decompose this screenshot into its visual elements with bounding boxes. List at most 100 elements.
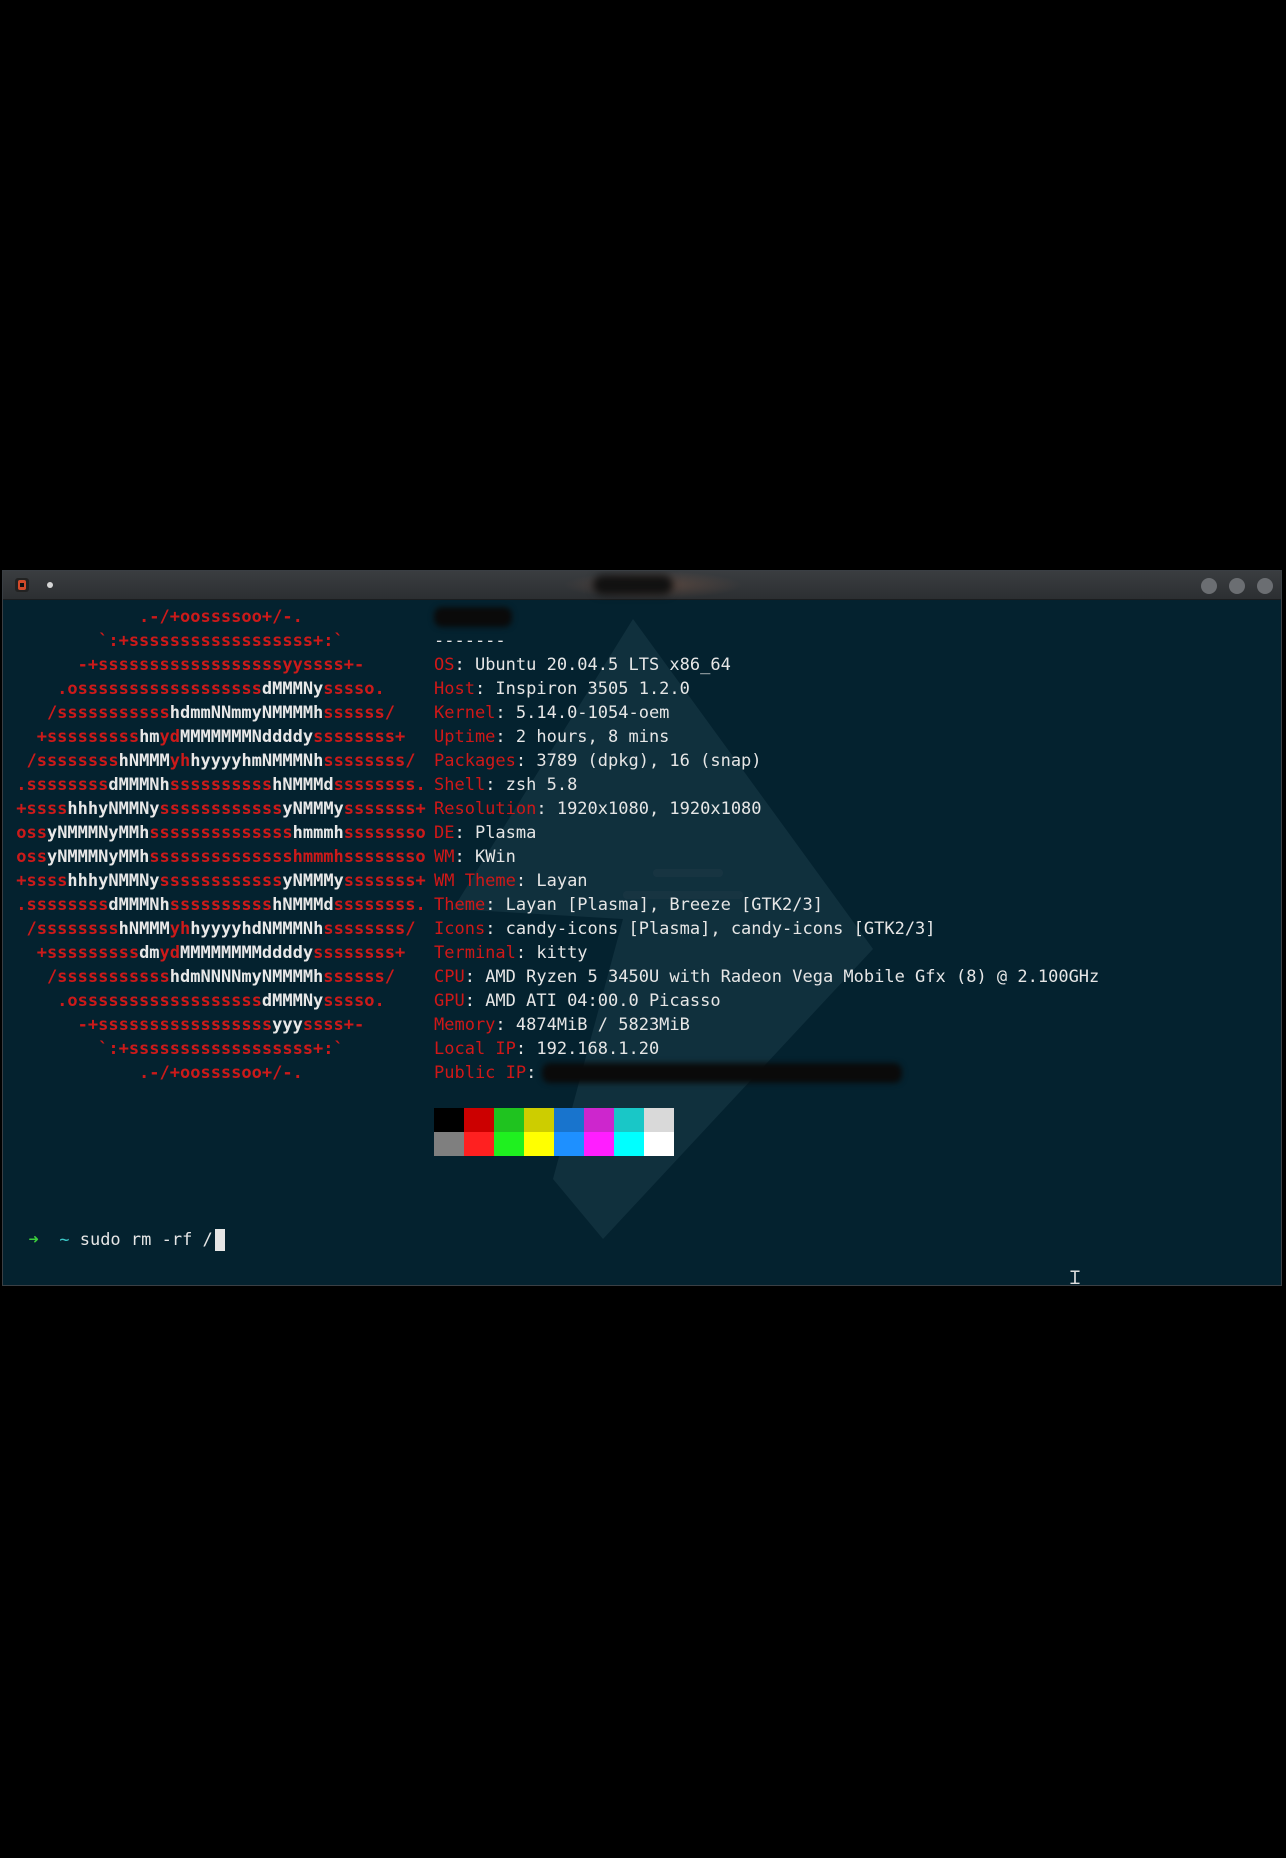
- info-key: WM Theme: [434, 871, 516, 891]
- ascii-segment: hyyyyhmNMMMNh: [190, 751, 324, 771]
- ascii-segment: hm: [139, 727, 160, 747]
- prompt-line[interactable]: ➜ ~ sudo rm -rf /: [8, 1204, 225, 1251]
- kitty-app-icon[interactable]: [15, 578, 29, 592]
- ascii-segment: ssssssss/: [323, 751, 416, 771]
- close-button[interactable]: [1257, 578, 1273, 594]
- ascii-segment: dm: [139, 943, 160, 963]
- ascii-segment: ssssss/: [323, 967, 395, 987]
- ascii-segment: .-/+oossssoo+/-.: [6, 607, 303, 627]
- ascii-segment: /sssssssssss: [6, 967, 170, 987]
- info-key: OS: [434, 655, 455, 675]
- ascii-segment: -+ssssssssssssssssssyyssss+-: [6, 655, 365, 675]
- ascii-segment: ssssssssssssss: [149, 823, 293, 843]
- ascii-segment: dMMMNy: [261, 679, 324, 699]
- ascii-logo-line: `:+ssssssssssssssssss+:`: [6, 629, 344, 653]
- color-swatch: [584, 1132, 614, 1156]
- info-value: : kitty: [515, 943, 588, 963]
- color-swatch: [614, 1108, 644, 1132]
- info-row: Memory: 4874MiB / 5823MiB: [434, 1013, 690, 1037]
- maximize-button[interactable]: [1229, 578, 1245, 594]
- ascii-segment: MMMMMMMNddddy: [180, 727, 314, 747]
- ascii-segment: sssso.: [323, 679, 385, 699]
- info-key: Local IP: [434, 1039, 516, 1059]
- info-separator: -------: [434, 631, 506, 651]
- info-value: : Ubuntu 20.04.5 LTS x86_64: [454, 655, 731, 675]
- ascii-segment: ssssssss.: [333, 775, 426, 795]
- ascii-segment: sssssss+: [343, 871, 426, 891]
- info-key: DE: [434, 823, 455, 843]
- ascii-logo-line: +sssssssssdmydMMMMMMMMddddyssssssss+: [6, 941, 406, 965]
- minimize-button[interactable]: [1201, 578, 1217, 594]
- info-row: GPU: AMD ATI 04:00.0 Picasso: [434, 989, 721, 1013]
- info-key: Shell: [434, 775, 486, 795]
- info-key: Public IP: [434, 1063, 527, 1083]
- title-bar[interactable]: [3, 571, 1281, 600]
- ascii-segment: ssssssso: [343, 823, 426, 843]
- ascii-segment: .ssssssss: [6, 775, 109, 795]
- ascii-logo-line: ossyNMMMNyMMhsssssssssssssshmmmhssssssso: [6, 845, 425, 869]
- ascii-segment: oss: [6, 847, 47, 867]
- info-row: Packages: 3789 (dpkg), 16 (snap): [434, 749, 762, 773]
- ascii-logo-line: .ssssssssdMMMNhsssssssssshNMMMdssssssss.: [6, 773, 426, 797]
- redacted-public-ip: [542, 1063, 903, 1083]
- color-swatch: [434, 1108, 464, 1132]
- ascii-segment: hNMMMd: [272, 775, 334, 795]
- color-swatch: [524, 1132, 554, 1156]
- info-key: Theme: [434, 895, 486, 915]
- ascii-logo-line: /sssssssshNMMMyhhyyyyhmNMMMNhssssssss/: [6, 749, 415, 773]
- ascii-segment: `:+ssssssssssssssssss+:`: [6, 1039, 344, 1059]
- ascii-segment: hhhyNMMNy: [67, 799, 160, 819]
- ascii-segment: yh: [169, 919, 191, 939]
- ascii-segment: ssss+-: [302, 1015, 365, 1035]
- ascii-segment: +sssssssss: [6, 943, 140, 963]
- ascii-segment: .-/+oossssoo+/-.: [6, 1063, 303, 1083]
- info-row: Resolution: 1920x1080, 1920x1080: [434, 797, 762, 821]
- ascii-segment: ssssssss/: [323, 919, 416, 939]
- ascii-segment: ssssssssssss: [159, 871, 283, 891]
- ascii-segment: `:+ssssssssssssssssss+:`: [6, 631, 344, 651]
- info-value: : Layan [Plasma], Breeze [GTK2/3]: [485, 895, 823, 915]
- info-key: GPU: [434, 991, 465, 1011]
- ibeam-cursor-icon: Ｉ: [1066, 1268, 1084, 1289]
- info-key: Uptime: [434, 727, 496, 747]
- ascii-segment: hdmNNNNmyNMMMMh: [169, 967, 324, 987]
- info-row: WM: KWin: [434, 845, 516, 869]
- info-value: : 2 hours, 8 mins: [495, 727, 670, 747]
- info-value: : Layan: [515, 871, 588, 891]
- color-swatch: [584, 1108, 614, 1132]
- redacted-user-host: [434, 607, 512, 627]
- ascii-segment: +ssss: [6, 799, 68, 819]
- info-value: : 3789 (dpkg), 16 (snap): [515, 751, 762, 771]
- info-row: Host: Inspiron 3505 1.2.0: [434, 677, 690, 701]
- user-host-redacted: [434, 605, 512, 629]
- color-swatch: [464, 1132, 494, 1156]
- info-key: WM: [434, 847, 455, 867]
- info-value: : KWin: [454, 847, 516, 867]
- color-swatch: [614, 1132, 644, 1156]
- info-row: WM Theme: Layan: [434, 869, 588, 893]
- info-row: Uptime: 2 hours, 8 mins: [434, 725, 669, 749]
- ascii-segment: ssssssss+: [313, 727, 406, 747]
- prompt-directory: ~: [59, 1230, 70, 1250]
- info-key: Packages: [434, 751, 516, 771]
- color-swatch: [494, 1132, 524, 1156]
- command-text: sudo rm -rf /: [79, 1230, 213, 1250]
- ascii-logo-line: .ossssssssssssssssssdMMMNysssso.: [6, 677, 385, 701]
- color-swatch: [644, 1132, 674, 1156]
- info-row: Theme: Layan [Plasma], Breeze [GTK2/3]: [434, 893, 823, 917]
- info-key: Resolution: [434, 799, 537, 819]
- ascii-logo-line: +sssshhhyNMMNyssssssssssssyNMMMysssssss+: [6, 797, 426, 821]
- ascii-logo-line: .-/+oossssoo+/-.: [6, 1061, 303, 1085]
- ascii-logo-line: /ssssssssssshdmNNNNmyNMMMMhssssss/: [6, 965, 395, 989]
- ascii-segment: sssssss+: [343, 799, 426, 819]
- info-value: : candy-icons [Plasma], candy-icons [GTK…: [485, 919, 936, 939]
- ascii-segment: yNMMMNyMMh: [46, 847, 150, 867]
- ascii-segment: hhhyNMMNy: [67, 871, 160, 891]
- ascii-logo-line: `:+ssssssssssssssssss+:`: [6, 1037, 344, 1061]
- ascii-segment: /sssssssssss: [6, 703, 170, 723]
- info-value: : AMD Ryzen 5 3450U with Radeon Vega Mob…: [464, 967, 1100, 987]
- ascii-segment: hdmmNNmmyNMMMMh: [169, 703, 324, 723]
- color-swatch: [524, 1108, 554, 1132]
- color-swatch: [434, 1132, 464, 1156]
- ascii-segment: .ossssssssssssssssss: [6, 679, 262, 699]
